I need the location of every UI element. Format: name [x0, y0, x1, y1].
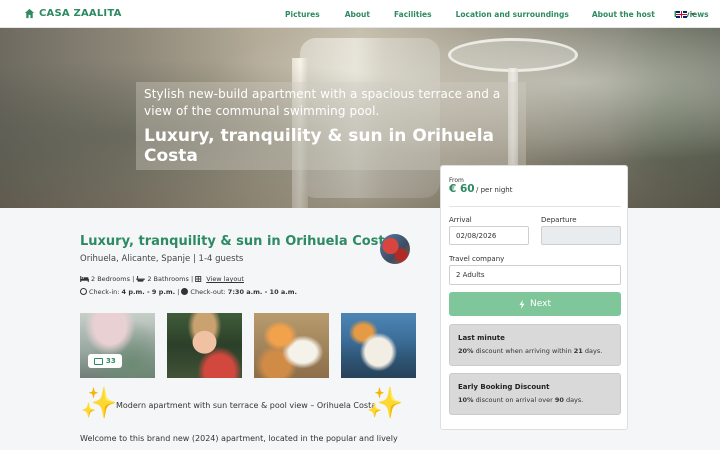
clock-icon [181, 288, 189, 295]
arrival-date-value: 02/08/2026 [456, 231, 497, 240]
travel-company-select[interactable]: 2 Adults [449, 265, 621, 285]
promo-mid: discount when arriving within [475, 347, 572, 355]
price: € 60 [449, 183, 475, 195]
gallery-photo[interactable] [167, 313, 242, 378]
last-minute-promo: Last minute 20% discount when arriving w… [449, 324, 621, 366]
nav-link-about[interactable]: About [345, 10, 370, 19]
departure-date-input[interactable] [541, 226, 621, 245]
promo-days: 21 [573, 347, 583, 355]
booking-card: From € 60 / per night Arrival 02/08/2026… [440, 165, 628, 430]
view-layout-link[interactable]: View layout [206, 275, 244, 283]
promo-end: days. [584, 347, 603, 355]
layout-icon [195, 276, 202, 282]
promo-title: Last minute [458, 334, 505, 342]
gallery-photo[interactable]: 33 [80, 313, 155, 378]
early-booking-promo: Early Booking Discount 10% discount on a… [449, 373, 621, 415]
travel-company-value: 2 Adults [456, 271, 485, 279]
promo-percent: 20% [458, 347, 474, 355]
photo-gallery: 33 [80, 313, 428, 378]
checkin-checkout-times: Check-in: 4 p.m. - 9 p.m. | Check-out: 7… [80, 288, 297, 296]
checkin-label: Check-in: [89, 288, 120, 296]
nav-link-location[interactable]: Location and surroundings [456, 10, 569, 19]
hero-text-box: Stylish new-build apartment with a spaci… [136, 82, 526, 170]
promo-title: Early Booking Discount [458, 383, 550, 391]
chevron-down-icon[interactable] [691, 13, 695, 16]
promo-percent: 10% [458, 396, 474, 404]
bath-icon [136, 276, 146, 282]
per-night-label: / per night [476, 186, 513, 194]
photo-count-badge[interactable]: 33 [88, 354, 122, 368]
welcome-text: Welcome to this brand new (2024) apartme… [80, 434, 398, 443]
hero-subtitle: Stylish new-build apartment with a spaci… [144, 87, 501, 118]
brand-logo[interactable]: CASA ZAALITA [24, 8, 122, 19]
nav-link-facilities[interactable]: Facilities [394, 10, 432, 19]
host-avatar[interactable] [380, 234, 410, 264]
nav-link-pictures[interactable]: Pictures [285, 10, 320, 19]
checkout-label: Check-out: [190, 288, 226, 296]
bolt-icon [519, 299, 525, 309]
property-title: Luxury, tranquility & sun in Orihuela Co… [80, 234, 394, 249]
top-navbar: CASA ZAALITA Pictures About Facilities L… [0, 0, 720, 28]
divider [449, 206, 621, 207]
sparkles-icon: ✨ [80, 386, 118, 421]
home-icon [24, 8, 35, 19]
sparkles-icon: ✨ [366, 386, 404, 421]
property-tagline: Modern apartment with sun terrace & pool… [116, 401, 377, 410]
checkout-time: 7:30 a.m. - 10 a.m. [227, 288, 297, 296]
travel-company-label: Travel company [449, 255, 505, 263]
checkin-time: 4 p.m. - 9 p.m. [121, 288, 176, 296]
departure-label: Departure [541, 216, 577, 224]
next-button[interactable]: Next [449, 292, 621, 316]
clock-icon [80, 288, 87, 295]
gallery-photo[interactable] [341, 313, 416, 378]
nav-link-about-host[interactable]: About the host [592, 10, 655, 19]
bed-icon [80, 276, 89, 282]
bathrooms-count: 2 Bathrooms [147, 275, 189, 283]
promo-end: days. [565, 396, 584, 404]
brand-name: CASA ZAALITA [39, 8, 122, 19]
main-menu: Pictures About Facilities Location and s… [285, 0, 709, 28]
arrival-date-input[interactable]: 02/08/2026 [449, 226, 529, 245]
bedrooms-count: 2 Bedrooms [91, 275, 130, 283]
promo-text: 10% discount on arrival over 90 days. [458, 396, 612, 404]
next-label: Next [530, 299, 551, 309]
property-facts: 2 Bedrooms | 2 Bathrooms | View layout [80, 275, 244, 283]
gallery-photo[interactable] [254, 313, 329, 378]
photo-count: 33 [106, 357, 116, 365]
uk-flag-icon[interactable] [676, 11, 687, 18]
property-location: Orihuela, Alicante, Spanje | 1-4 guests [80, 254, 244, 264]
image-icon [94, 357, 103, 365]
promo-text: 20% discount when arriving within 21 day… [458, 347, 612, 355]
promo-days: 90 [554, 396, 564, 404]
hero-title: Luxury, tranquility & sun in Orihuela Co… [144, 126, 495, 166]
promo-mid: discount on arrival over [475, 396, 553, 404]
arrival-label: Arrival [449, 216, 472, 224]
